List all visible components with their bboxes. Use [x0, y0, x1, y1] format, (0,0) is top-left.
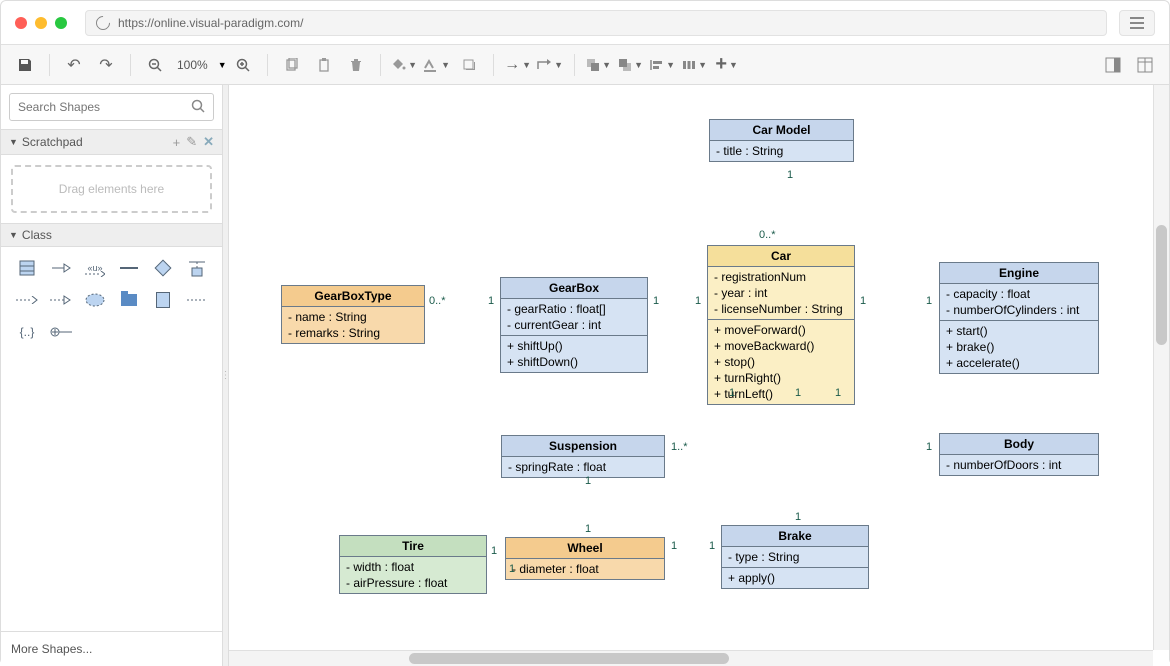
mult: 1	[695, 295, 701, 307]
mult: 1	[835, 387, 841, 399]
mult: 1	[509, 563, 515, 575]
mult: 1..*	[671, 441, 688, 453]
undo-button[interactable]: ↶	[60, 51, 88, 79]
vertical-scrollbar[interactable]	[1153, 85, 1169, 650]
class-brake[interactable]: Brake - type : String + apply()	[721, 525, 869, 589]
shadow-button[interactable]	[455, 51, 483, 79]
distribute-button[interactable]: ▼	[681, 51, 709, 79]
add-icon[interactable]: +	[173, 135, 181, 150]
drop-hint: Drag elements here	[59, 182, 164, 196]
collapse-icon: ▼	[9, 230, 18, 240]
shape-realization[interactable]	[47, 289, 75, 311]
mult: 0..*	[759, 229, 776, 241]
mult: 1	[491, 545, 497, 557]
shape-dependency[interactable]	[13, 289, 41, 311]
traffic-lights	[15, 17, 67, 29]
menu-button[interactable]	[1119, 10, 1155, 36]
scratchpad-header[interactable]: ▼ Scratchpad + ✎ ✕	[1, 129, 222, 155]
shape-package[interactable]	[115, 289, 143, 311]
add-button[interactable]: +▼	[713, 51, 741, 79]
class-body[interactable]: Body - numberOfDoors : int	[939, 433, 1099, 476]
scratchpad-dropzone[interactable]: Drag elements here	[11, 165, 212, 213]
class-gearbox[interactable]: GearBox - gearRatio : float[] - currentG…	[500, 277, 648, 373]
edit-icon[interactable]: ✎	[186, 134, 197, 150]
shape-generalization[interactable]	[47, 257, 75, 279]
paste-button[interactable]	[310, 51, 338, 79]
to-front-button[interactable]: ▼	[585, 51, 613, 79]
search-shapes[interactable]	[9, 93, 214, 121]
shape-collaboration[interactable]	[81, 289, 109, 311]
stroke-button[interactable]: ▼	[423, 51, 451, 79]
scratchpad-label: Scratchpad	[22, 135, 83, 149]
to-back-button[interactable]: ▼	[617, 51, 645, 79]
shape-usage[interactable]: «u»	[81, 257, 109, 279]
align-button[interactable]: ▼	[649, 51, 677, 79]
shape-note[interactable]	[149, 289, 177, 311]
minimize-button[interactable]	[35, 17, 47, 29]
search-input[interactable]	[18, 100, 191, 114]
shape-palette: «u» {..}	[1, 247, 222, 353]
mult: 1	[585, 523, 591, 535]
zoom-value[interactable]: 100%	[171, 58, 214, 72]
class-wheel[interactable]: Wheel - diameter : float	[505, 537, 665, 580]
connector-button[interactable]: →▼	[504, 51, 532, 79]
shape-association[interactable]	[115, 257, 143, 279]
toolbar: ↶ ↷ 100% ▼ ▼ ▼ →▼ ▼ ▼ ▼ ▼ ▼ +▼	[1, 45, 1169, 85]
sidebar: ▼ Scratchpad + ✎ ✕ Drag elements here ▼ …	[1, 85, 223, 666]
format-panel-button[interactable]	[1099, 51, 1127, 79]
shape-containment[interactable]	[47, 321, 75, 343]
mult: 1	[488, 295, 494, 307]
outline-panel-button[interactable]	[1131, 51, 1159, 79]
waypoint-button[interactable]: ▼	[536, 51, 564, 79]
horizontal-scrollbar[interactable]	[229, 650, 1153, 666]
close-button[interactable]	[15, 17, 27, 29]
zoom-in-button[interactable]	[229, 51, 257, 79]
shape-assoc-class[interactable]	[183, 257, 211, 279]
close-icon[interactable]: ✕	[203, 134, 214, 150]
delete-button[interactable]	[342, 51, 370, 79]
class-gearboxtype[interactable]: GearBoxType - name : String - remarks : …	[281, 285, 425, 344]
class-panel-header[interactable]: ▼ Class	[1, 223, 222, 247]
mult: 1	[926, 295, 932, 307]
mult: 1	[926, 441, 932, 453]
class-tire[interactable]: Tire - width : float - airPressure : flo…	[339, 535, 487, 594]
mult: 1	[653, 295, 659, 307]
shape-constraint[interactable]: {..}	[13, 321, 41, 343]
maximize-button[interactable]	[55, 17, 67, 29]
mult: 1	[795, 387, 801, 399]
fill-button[interactable]: ▼	[391, 51, 419, 79]
class-car[interactable]: Car - registrationNum - year : int - lic…	[707, 245, 855, 405]
mult: 1	[860, 295, 866, 307]
class-car-model[interactable]: Car Model - title : String	[709, 119, 854, 162]
shape-nary[interactable]	[149, 257, 177, 279]
class-engine[interactable]: Engine - capacity : float - numberOfCyli…	[939, 262, 1099, 374]
search-icon[interactable]	[191, 99, 205, 116]
mult: 1	[787, 169, 793, 181]
reload-icon[interactable]	[93, 13, 113, 33]
mult: 1	[729, 387, 735, 399]
mult: 1	[795, 511, 801, 523]
zoom-out-button[interactable]	[141, 51, 169, 79]
save-button[interactable]	[11, 51, 39, 79]
url-bar[interactable]: https://online.visual-paradigm.com/	[85, 10, 1107, 36]
mult: 0..*	[429, 295, 446, 307]
redo-button[interactable]: ↷	[92, 51, 120, 79]
class-suspension[interactable]: Suspension - springRate : float	[501, 435, 665, 478]
canvas-area: .edges:not(:last-of-type){display:none;}…	[229, 85, 1169, 666]
class-panel-label: Class	[22, 228, 52, 242]
diagram-canvas[interactable]: .edges:not(:last-of-type){display:none;}…	[229, 85, 1153, 650]
zoom-controls: 100% ▼	[141, 51, 257, 79]
url-text: https://online.visual-paradigm.com/	[118, 16, 303, 30]
mult: 1	[709, 540, 715, 552]
mult: 1	[671, 540, 677, 552]
copy-button[interactable]	[278, 51, 306, 79]
more-shapes-button[interactable]: More Shapes...	[1, 631, 222, 666]
collapse-icon: ▼	[9, 137, 18, 147]
window-chrome: https://online.visual-paradigm.com/	[1, 1, 1169, 45]
shape-class[interactable]	[13, 257, 41, 279]
mult: 1	[585, 475, 591, 487]
shape-anchor[interactable]	[183, 289, 211, 311]
chevron-down-icon: ▼	[218, 60, 227, 70]
